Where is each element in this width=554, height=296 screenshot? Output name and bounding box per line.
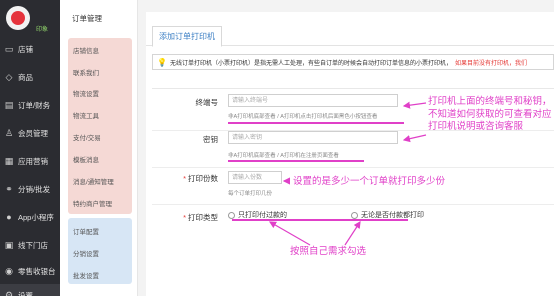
copies-input[interactable] (228, 171, 282, 184)
type-label: * 打印类型 (183, 213, 218, 222)
row-divider (152, 204, 554, 205)
copies-help: 每个订单打印几份 (228, 191, 273, 197)
submenu-item[interactable]: 物流设置 (73, 88, 99, 98)
order-icon: ▤ (4, 99, 14, 110)
sidebar-item-offline[interactable]: ▣ 线下门店 (0, 234, 60, 256)
sidebar-item-label: 线下门店 (18, 240, 48, 250)
goods-icon: ◇ (5, 71, 13, 82)
sidebar-item-members[interactable]: ♙ 会员管理 (0, 122, 60, 144)
sidebar-item-label: 应用营销 (18, 156, 48, 166)
sidebar-item-label: 订单/财务 (18, 100, 51, 110)
copies-label: * 打印份数 (183, 174, 218, 183)
copies-annotation: 设置的是多少一个订单就打印多少份 (293, 176, 446, 187)
submenu-item[interactable]: 消息/通知管理 (73, 176, 114, 186)
terminal-help: 非A打印机底部查看 / A打印机点击打印机后面黑色小按钮查看 (228, 114, 378, 120)
apps-icon: ▦ (4, 155, 14, 166)
submenu-item[interactable]: 支付/交易 (73, 132, 101, 142)
submenu-item[interactable]: 订单配置 (73, 226, 99, 236)
sidebar-item-goods[interactable]: ◇ 商品 (0, 66, 60, 88)
store-logo[interactable] (6, 6, 30, 30)
app-icon: ● (6, 212, 12, 222)
gear-icon: ⚙ (4, 289, 14, 296)
sidebar-item-settings[interactable]: ⚙ 设置 (0, 284, 60, 296)
submenu-title: 订单管理 (72, 14, 102, 23)
cashier-icon: ◉ (5, 265, 13, 276)
sidebar-item-app[interactable]: ● App小程序 (0, 206, 60, 228)
main-sidebar: 印象 ▭ 店铺 ◇ 商品 ▤ 订单/财务 ♙ 会员管理 ▦ 应用营销 ⚭ 分销/… (0, 0, 60, 296)
sidebar-item-label: App小程序 (18, 212, 54, 222)
sidebar-item-label: 零售收银台 (18, 266, 56, 276)
sidebar-item-label: 会员管理 (18, 128, 48, 138)
sidebar-item-label: 分销/批发 (18, 184, 51, 194)
terminal-input[interactable] (228, 94, 398, 107)
annotation-underline (228, 160, 364, 162)
share-icon: ⚭ (5, 183, 13, 194)
sidebar-item-apps[interactable]: ▦ 应用营销 (0, 150, 60, 172)
member-icon: ♙ (4, 127, 14, 138)
lightbulb-icon: 💡 (157, 57, 167, 67)
submenu-item[interactable]: 特约商户管理 (73, 198, 112, 208)
row-divider (152, 167, 554, 168)
annotation-underline (232, 219, 408, 221)
key-input[interactable] (228, 131, 398, 144)
logo-label: 印象 (36, 27, 49, 33)
submenu-item[interactable]: 模板消息 (73, 154, 99, 164)
tab-bar: 添加订单打印机 (146, 26, 554, 47)
tab-add-printer[interactable]: 添加订单打印机 (152, 26, 222, 47)
terminal-label: 终端号 (195, 98, 219, 107)
submenu-item[interactable]: 批发设置 (73, 270, 99, 280)
submenu-item[interactable]: 店铺信息 (73, 45, 99, 55)
submenu-item[interactable]: 联系我们 (73, 67, 99, 77)
sidebar-item-store[interactable]: ▭ 店铺 (0, 38, 60, 60)
submenu-item[interactable]: 物流工具 (73, 110, 99, 120)
sidebar-item-label: 商品 (18, 72, 33, 82)
submenu-group-store (68, 38, 132, 214)
annotation-underline (228, 122, 404, 124)
key-label: 密钥 (203, 135, 218, 144)
notice-bar: 💡 无线订单打印机（小票打印机）是指无需人工处理，有些自订单的时候会自动打印订单… (152, 54, 554, 70)
sidebar-item-label: 店铺 (18, 44, 33, 54)
type-annotation: 按照自己需求勾选 (290, 246, 367, 257)
notice-text: 无线订单打印机（小票打印机）是指无需人工处理，有些自订单的时候会自动打印订单信息… (169, 60, 452, 67)
radio-button-icon (228, 211, 235, 219)
radio-button-icon (351, 211, 358, 219)
sidebar-item-orders[interactable]: ▤ 订单/财务 (0, 94, 60, 116)
sidebar-item-cashier[interactable]: ◉ 零售收银台 (0, 260, 60, 282)
offline-store-icon: ▣ (4, 239, 14, 250)
terminal-annotation: 打印机上面的终端号和秘钥，不知道如何获取的可查看对应打印机说明或咨询客服 (428, 96, 552, 132)
store-icon: ▭ (4, 43, 14, 54)
submenu-item[interactable]: 分销设置 (73, 248, 99, 258)
sidebar-item-label: 设置 (18, 290, 33, 296)
notice-link[interactable]: 如果目前没有打印机，我们 (455, 58, 527, 67)
key-help: 非A打印机底部查看 / A打印机在注册页面查看 (228, 153, 339, 159)
sidebar-item-distribution[interactable]: ⚭ 分销/批发 (0, 178, 60, 200)
